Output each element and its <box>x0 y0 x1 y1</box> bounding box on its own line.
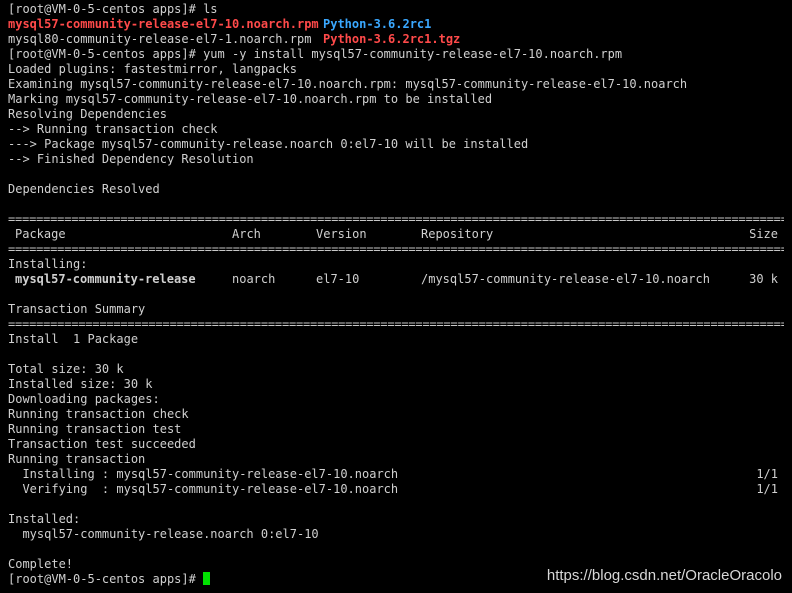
output-line: Install 1 Package <box>8 332 139 346</box>
header-size: Size <box>749 227 778 241</box>
table-row: mysql57-community-release noarch el7-10 … <box>8 272 784 287</box>
progress-line-installing: Installing : mysql57-community-release-e… <box>8 467 784 482</box>
output-line: Resolving Dependencies <box>8 107 167 121</box>
pkg-repository: /mysql57-community-release-el7-10.noarch <box>421 272 710 286</box>
terminal-output[interactable]: [root@VM-0-5-centos apps]# ls mysql57-co… <box>8 2 784 587</box>
pkg-version: el7-10 <box>316 272 360 286</box>
pkg-arch: noarch <box>232 272 276 286</box>
output-line: Transaction test succeeded <box>8 437 196 451</box>
output-line: Dependencies Resolved <box>8 182 160 196</box>
progress-count: 1/1 <box>756 467 778 481</box>
progress-line-verifying: Verifying : mysql57-community-release-el… <box>8 482 784 497</box>
ls-output-row-1: mysql57-community-release-el7-10.noarch.… <box>8 17 784 32</box>
output-line: Marking mysql57-community-release-el7-10… <box>8 92 493 106</box>
separator-rule: ========================================… <box>8 212 784 226</box>
text-cursor[interactable] <box>203 572 211 585</box>
ls-entry-mysql57-rpm: mysql57-community-release-el7-10.noarch.… <box>8 17 319 31</box>
pkg-name: mysql57-community-release <box>15 272 196 286</box>
output-line: Examining mysql57-community-release-el7-… <box>8 77 688 91</box>
installing-label: Installing: <box>8 257 88 271</box>
header-arch: Arch <box>232 227 261 241</box>
progress-text: Installing : mysql57-community-release-e… <box>8 467 399 481</box>
output-line: Installed size: 30 k <box>8 377 153 391</box>
ls-entry-python-tgz: Python-3.6.2rc1.tgz <box>323 32 461 46</box>
ls-output-row-2: mysql80-community-release-el7-1.noarch.r… <box>8 32 784 47</box>
output-line: --> Finished Dependency Resolution <box>8 152 254 166</box>
separator-rule: ========================================… <box>8 242 784 256</box>
output-line: Running transaction <box>8 452 146 466</box>
separator-rule: ========================================… <box>8 317 784 331</box>
watermark-url: https://blog.csdn.net/OracleOracolo <box>546 567 782 584</box>
pkg-size: 30 k <box>749 272 778 286</box>
shell-prompt: [root@VM-0-5-centos apps]# <box>8 572 204 586</box>
header-version: Version <box>316 227 367 241</box>
header-package: Package <box>15 227 66 241</box>
output-line: ---> Package mysql57-community-release.n… <box>8 137 529 151</box>
ls-command-line: [root@VM-0-5-centos apps]# ls <box>8 2 218 16</box>
output-line: Installed: <box>8 512 81 526</box>
progress-count: 1/1 <box>756 482 778 496</box>
yum-command-line: [root@VM-0-5-centos apps]# yum -y instal… <box>8 47 623 61</box>
output-line: Running transaction test <box>8 422 182 436</box>
ls-entry-mysql80-rpm: mysql80-community-release-el7-1.noarch.r… <box>8 32 312 46</box>
output-line: --> Running transaction check <box>8 122 218 136</box>
output-line: Running transaction check <box>8 407 189 421</box>
ls-entry-python-dir: Python-3.6.2rc1 <box>323 17 432 31</box>
header-repository: Repository <box>421 227 494 241</box>
progress-text: Verifying : mysql57-community-release-el… <box>8 482 399 496</box>
output-line: mysql57-community-release.noarch 0:el7-1… <box>8 527 319 541</box>
table-header-row: Package Arch Version Repository Size <box>8 227 784 242</box>
transaction-summary-label: Transaction Summary <box>8 302 146 316</box>
output-line: Loaded plugins: fastestmirror, langpacks <box>8 62 297 76</box>
output-line: Downloading packages: <box>8 392 160 406</box>
output-line: Total size: 30 k <box>8 362 124 376</box>
